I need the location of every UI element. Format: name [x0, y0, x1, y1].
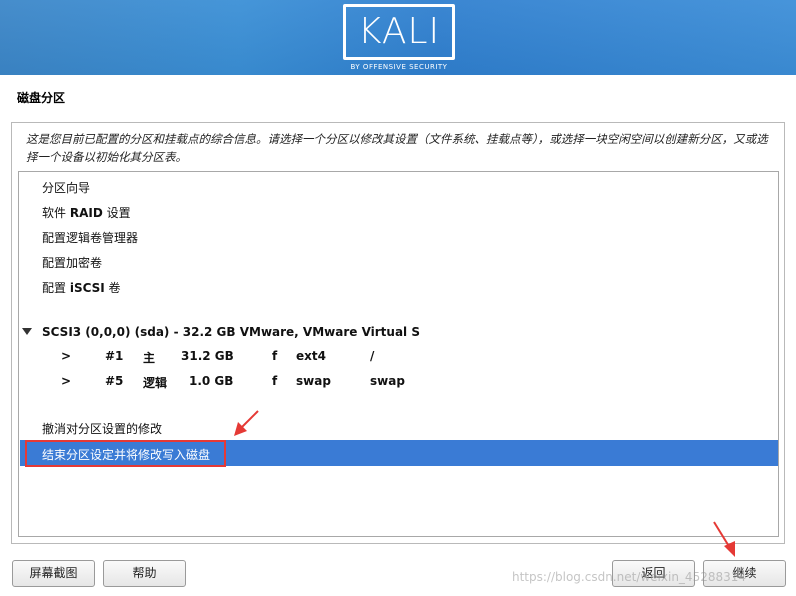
disk-sda[interactable]: SCSI3 (0,0,0) (sda) - 32.2 GB VMware, VM…: [22, 325, 420, 339]
menu-item-iscsi[interactable]: 配置 iSCSI 卷: [42, 279, 121, 296]
help-button[interactable]: 帮助: [103, 560, 186, 587]
menu-item-partition-wizard[interactable]: 分区向导: [42, 179, 90, 196]
watermark: https://blog.csdn.net/weixin_45288314: [512, 570, 747, 584]
partition-row-1[interactable]: > #1 主 31.2 GB f ext4 /: [0, 349, 796, 365]
kali-logo-subtitle: BY OFFENSIVE SECURITY: [350, 63, 448, 71]
page-title: 磁盘分区: [17, 91, 66, 105]
kali-logo-text: KALI: [357, 11, 441, 52]
menu-item-undo-changes[interactable]: 撤消对分区设置的修改: [42, 420, 162, 437]
annotation-highlight-box: [25, 440, 226, 467]
expand-triangle-icon: [22, 328, 32, 335]
screenshot-button[interactable]: 屏幕截图: [12, 560, 95, 587]
partition-row-5[interactable]: > #5 逻辑 1.0 GB f swap swap: [0, 374, 796, 390]
menu-item-encrypted-volumes[interactable]: 配置加密卷: [42, 254, 102, 271]
menu-item-lvm[interactable]: 配置逻辑卷管理器: [42, 229, 138, 246]
page-description: 这是您目前已配置的分区和挂载点的综合信息。请选择一个分区以修改其设置（文件系统、…: [26, 132, 768, 164]
kali-logo: KALI: [343, 4, 455, 60]
menu-item-software-raid[interactable]: 软件 RAID 设置: [42, 204, 131, 221]
